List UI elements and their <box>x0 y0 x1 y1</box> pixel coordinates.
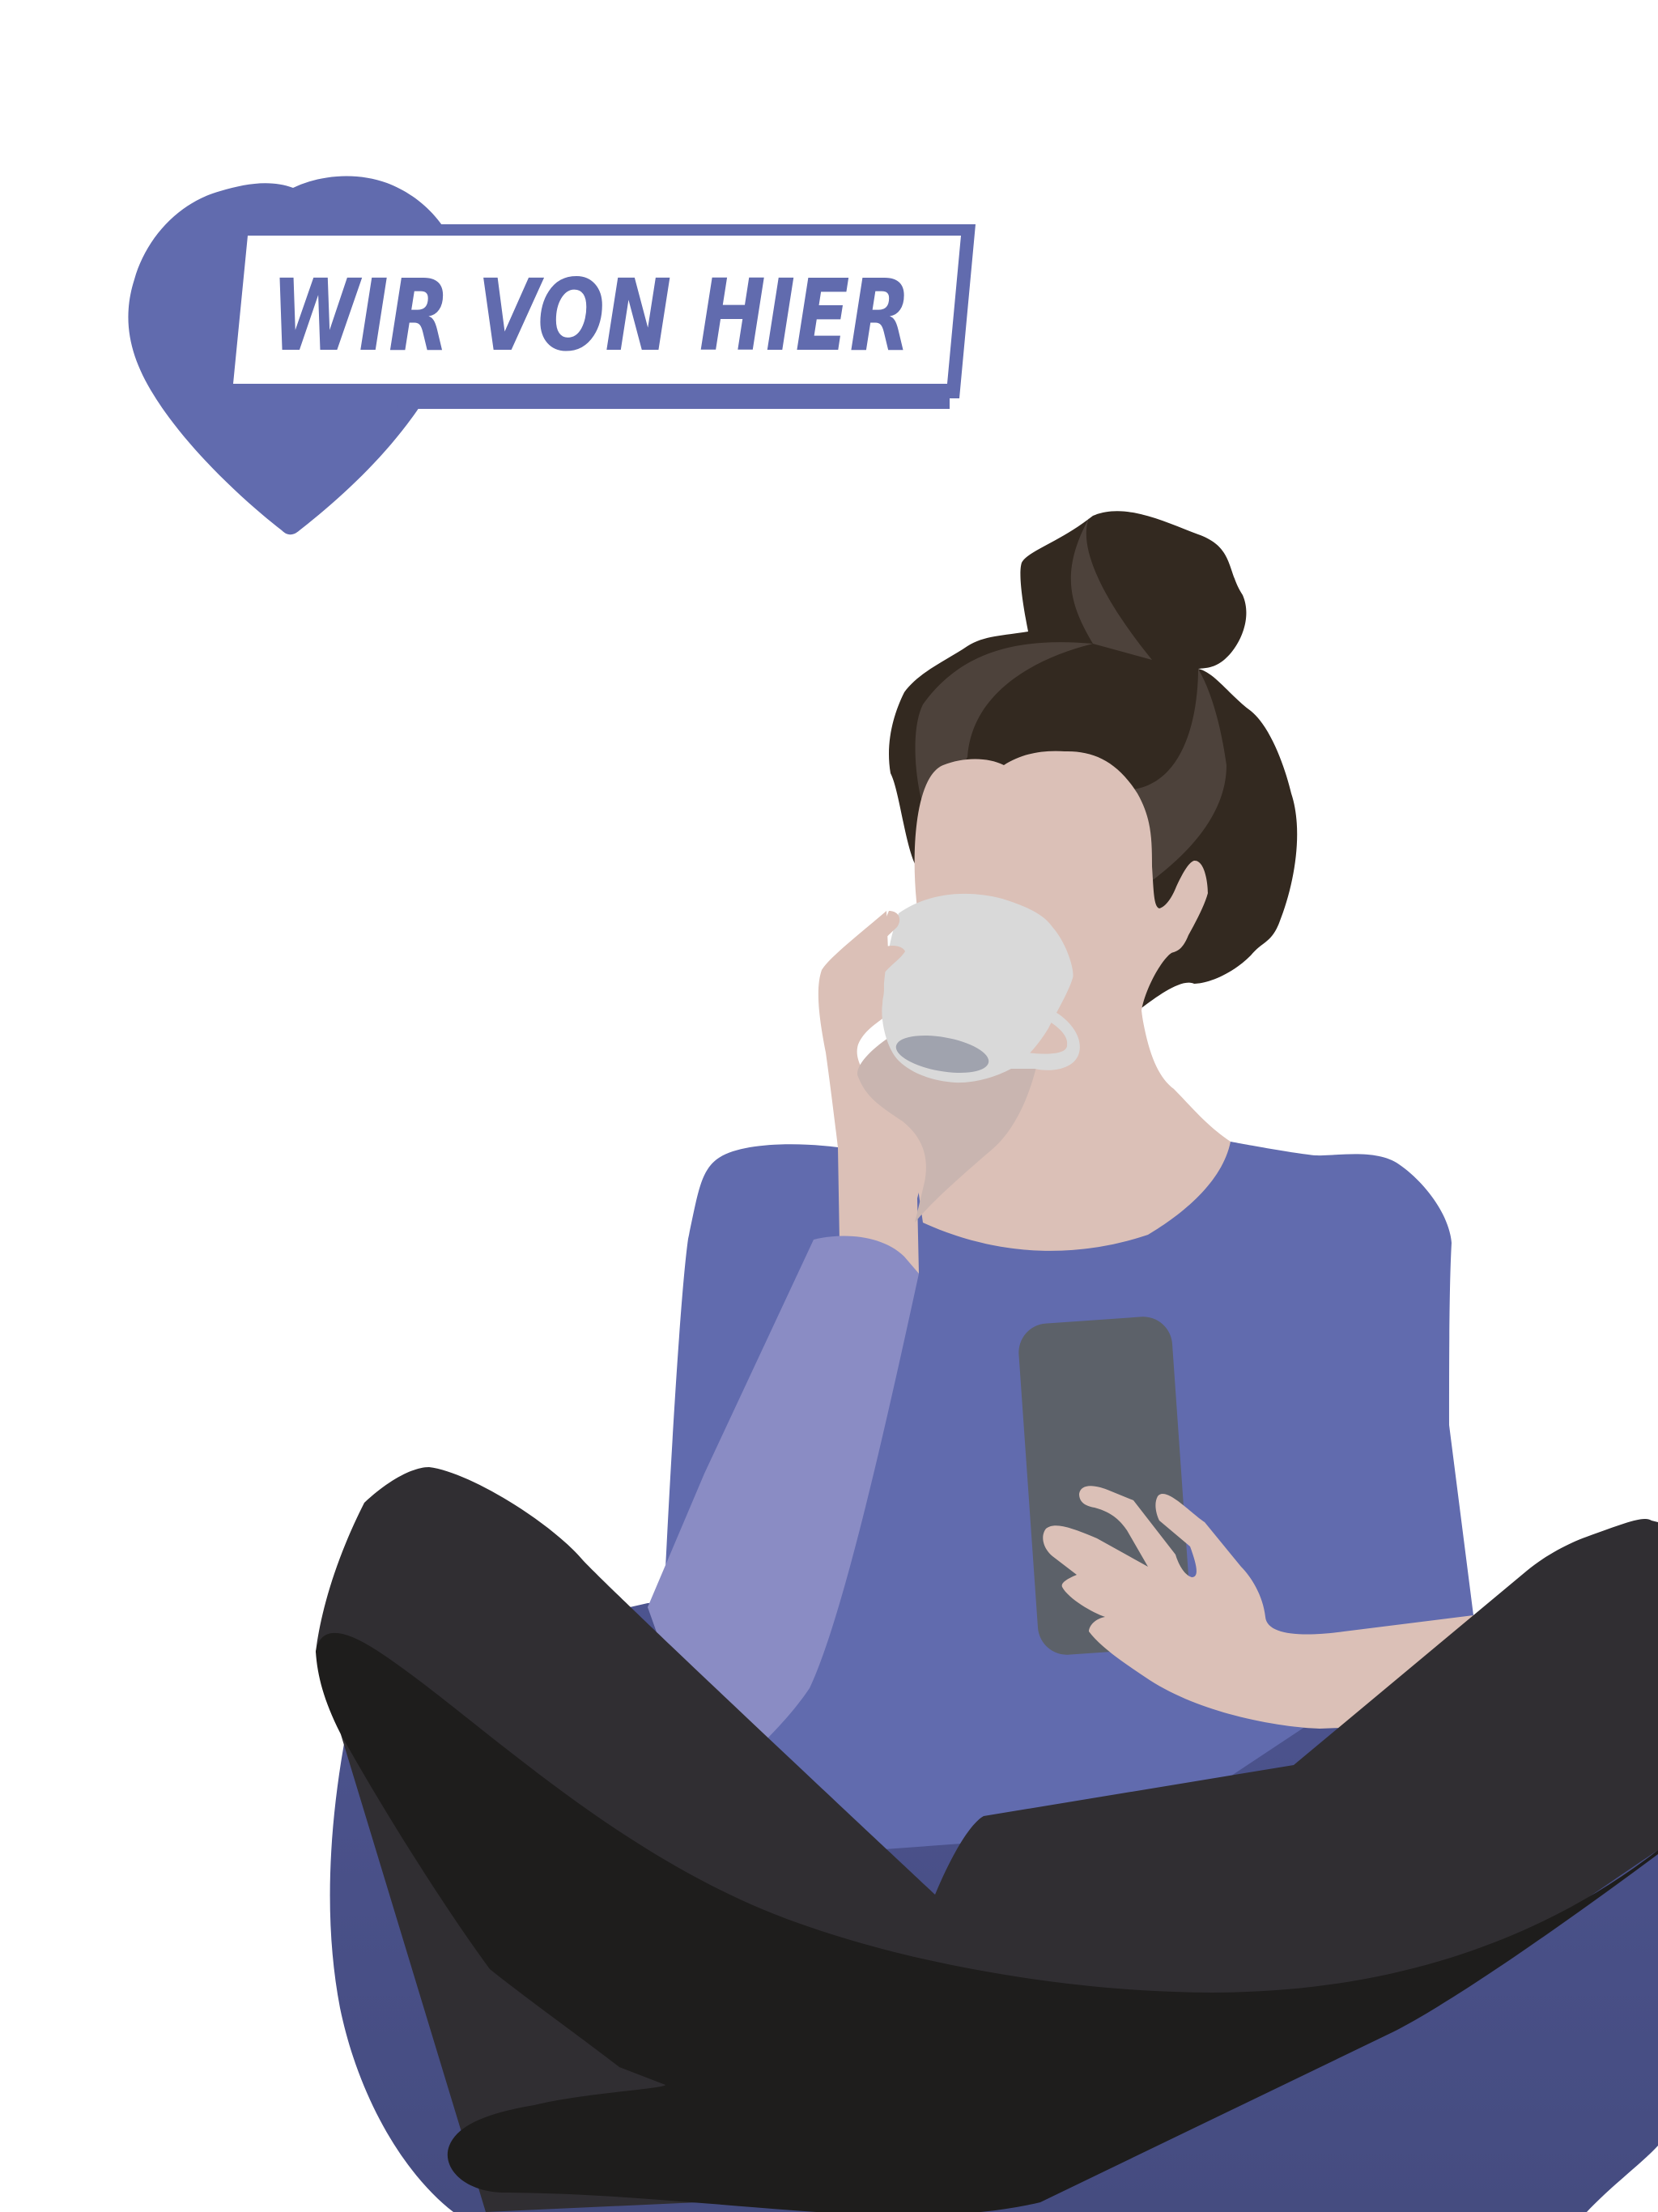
logo-text: WIR VON HIER <box>271 258 911 373</box>
person-illustration: WIR VON HIER <box>128 176 1658 2212</box>
illustration-page: WIR VON HIER <box>0 0 1658 2212</box>
logo: WIR VON HIER <box>128 176 976 535</box>
